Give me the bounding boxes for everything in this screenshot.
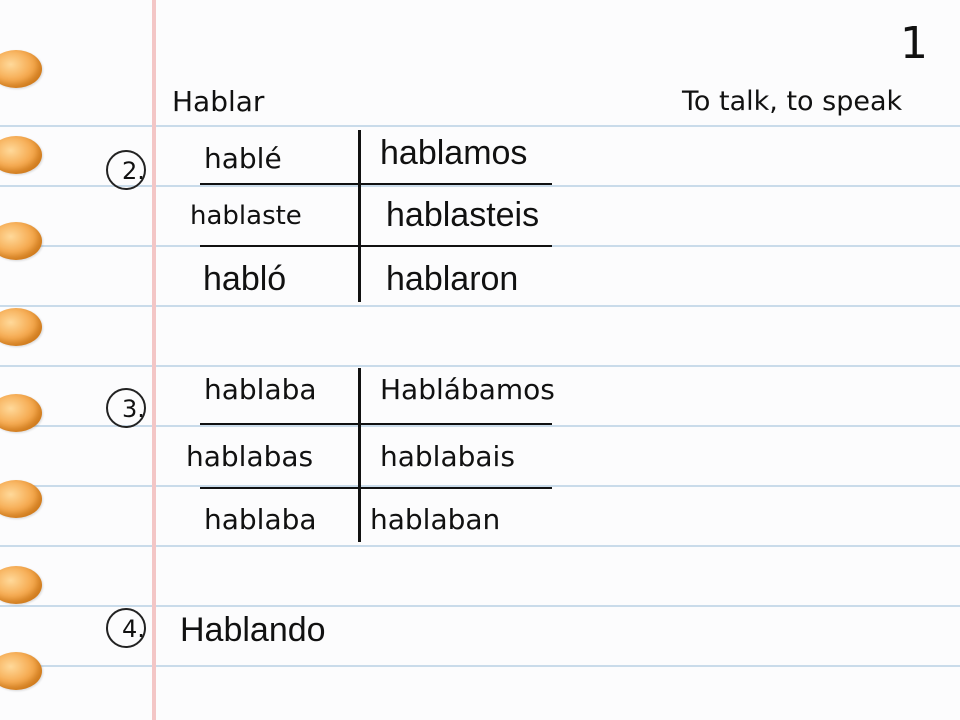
ruled-line — [0, 125, 960, 127]
ruled-line — [0, 365, 960, 367]
verb-infinitive: Hablar — [172, 85, 265, 118]
gerund-form: Hablando — [180, 611, 326, 649]
section-number: 2. — [122, 157, 145, 185]
binder-hole — [0, 652, 42, 690]
imperfect-el: hablaba — [204, 503, 317, 536]
conjugation-divider — [358, 368, 361, 542]
preterite-yo: hablé — [204, 142, 282, 175]
imperfect-nosotros: Hablábamos — [380, 373, 555, 406]
binder-hole — [0, 136, 42, 174]
verb-translation: To talk, to speak — [682, 86, 903, 117]
imperfect-yo: hablaba — [204, 373, 317, 406]
imperfect-ellos: hablaban — [370, 503, 501, 536]
section-number: 3. — [122, 395, 145, 423]
ruled-line — [0, 425, 960, 427]
ruled-line — [0, 185, 960, 187]
preterite-el: habló — [203, 260, 287, 298]
ruled-line — [0, 545, 960, 547]
section-number: 4. — [122, 615, 145, 643]
binder-hole — [0, 480, 42, 518]
preterite-nosotros: hablamos — [380, 134, 528, 172]
binder-hole — [0, 50, 42, 88]
conjugation-divider — [358, 130, 361, 302]
binder-hole — [0, 566, 42, 604]
preterite-vosotros: hablasteis — [386, 196, 540, 234]
ruled-line — [0, 305, 960, 307]
conjugation-rule — [200, 183, 552, 185]
ruled-line — [0, 665, 960, 667]
preterite-ellos: hablaron — [386, 260, 519, 298]
binder-hole — [0, 308, 42, 346]
binder-hole — [0, 222, 42, 260]
imperfect-tu: hablabas — [186, 440, 314, 473]
conjugation-rule — [200, 423, 552, 425]
imperfect-vosotros: hablabais — [380, 440, 515, 473]
preterite-tu: hablaste — [190, 201, 302, 231]
page-number: 1 — [900, 18, 928, 69]
ruled-line — [0, 605, 960, 607]
conjugation-rule — [200, 487, 552, 489]
margin-line — [152, 0, 156, 720]
conjugation-rule — [200, 245, 552, 247]
